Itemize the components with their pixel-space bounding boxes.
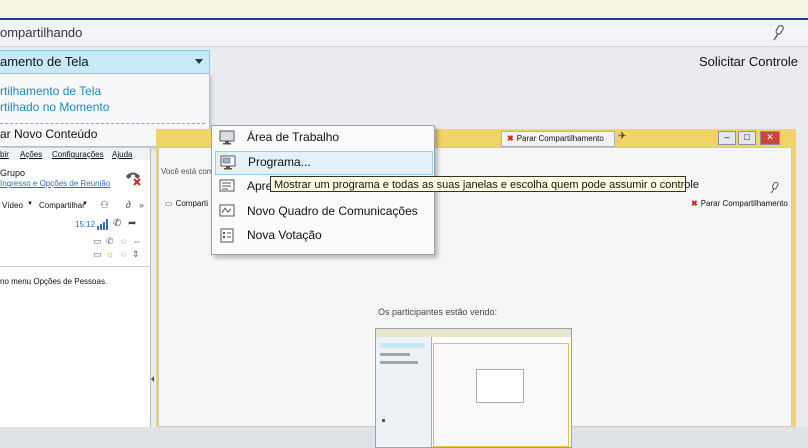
attachment-icon[interactable]: ∂ (126, 200, 131, 211)
screen-preview (375, 328, 572, 448)
microphone-icon[interactable] (770, 24, 786, 42)
menu-item-shared-now[interactable]: rtilhado no Momento (0, 100, 109, 114)
chevron-down-icon: ▼ (82, 201, 88, 207)
preview-thumbnail (476, 369, 524, 403)
share-button-inner[interactable]: ▭ Comparti (165, 199, 208, 208)
menu-configuracoes[interactable]: Configurações (52, 150, 104, 159)
menu-item-label: Área de Trabalho (247, 130, 340, 144)
people-icon[interactable]: ⚇ (100, 200, 109, 211)
person-icon: ☺ (119, 236, 129, 246)
share-menu[interactable]: Compartilhar (39, 201, 85, 210)
meeting-options-link[interactable]: Ingresso e Opções de Reunião (0, 179, 110, 188)
menu-item-label: Programa... (248, 155, 311, 169)
person-icon-2: ☺ (119, 249, 129, 259)
menu-item-program[interactable]: Programa... (215, 151, 433, 175)
conversation-window: bir Ações Configurações Ajuda Grupo Ingr… (0, 148, 151, 427)
overflow-icon[interactable]: » (139, 200, 144, 210)
preview-dropdown (380, 343, 425, 348)
title-bar: ompartilhando (0, 20, 808, 47)
call-icon[interactable]: ✆ (113, 218, 121, 229)
preview-line (380, 353, 410, 356)
hangup-icon[interactable] (124, 170, 142, 186)
dropdown-value: amento de Tela (0, 54, 89, 69)
window-controls: – □ ✕ (718, 131, 790, 145)
preview-line (380, 361, 418, 364)
menu-item-whiteboard[interactable]: Novo Quadro de Comunicações (215, 201, 431, 223)
whiteboard-icon (219, 204, 235, 217)
monitor-icon (219, 130, 235, 145)
chevron-down-icon (195, 59, 203, 64)
arrows-icon[interactable]: ⇔ (132, 236, 141, 246)
menu-item-new-content[interactable]: ar Novo Conteúdo (0, 127, 97, 141)
collapse-arrow-icon[interactable] (151, 376, 154, 382)
arrows-icon-2[interactable]: ⇕ (132, 249, 140, 260)
close-icon: ✖ (507, 134, 514, 143)
conversation-toolbar: Vídeo ▼ Compartilhar ▼ ⚇ ∂ » (0, 200, 150, 214)
menu-item-desktop[interactable]: Área de Trabalho (215, 127, 431, 149)
menu-item-share-screen[interactable]: rtilhamento de Tela (0, 84, 101, 98)
minimize-button[interactable]: – (718, 131, 736, 145)
maximize-button[interactable]: □ (738, 131, 756, 145)
stop-sharing-button-inner[interactable]: ✖ Parar Compartilhamento (686, 199, 788, 208)
menu-item-label: Novo Quadro de Comunicações (247, 204, 418, 218)
chevron-down-icon: ▼ (27, 201, 33, 207)
microphone-icon[interactable] (769, 182, 779, 194)
menu-separator (0, 123, 205, 124)
timer: 15:12 (75, 220, 96, 229)
stop-sharing-button[interactable]: ✖ Parar Compartilhamento (501, 131, 615, 147)
chat-icon[interactable]: ▭ (93, 236, 102, 247)
stop-sharing-label: Parar Compartilhamento (700, 199, 788, 208)
preview-titlebar (376, 329, 571, 337)
menu-exibir[interactable]: bir (0, 150, 9, 159)
menu-bar: bir Ações Configurações Ajuda (0, 148, 150, 160)
menu-item-poll[interactable]: Nova Votação (215, 225, 431, 247)
conversation-area: no menu Opções de Pessoas. (0, 266, 150, 427)
poll-icon (220, 228, 234, 243)
program-icon (220, 155, 236, 170)
presentation-icon (219, 179, 235, 192)
pin-icon[interactable]: ✈ (618, 131, 626, 142)
menu-item-label: Apre (247, 179, 273, 193)
stop-sharing-label: Parar Compartilhamento (516, 134, 604, 143)
signal-icon (97, 219, 108, 230)
request-control-link[interactable]: Solicitar Controle (699, 54, 798, 69)
menu-acoes[interactable]: Ações (20, 150, 42, 159)
menu-ajuda[interactable]: Ajuda (112, 150, 132, 159)
share-mode-dropdown[interactable]: amento de Tela (0, 50, 210, 74)
group-name: Grupo (0, 168, 26, 178)
sharing-status-text: Você está comp (161, 167, 218, 176)
participants-viewing-label: Os participantes estão vendo: (378, 307, 498, 317)
forward-icon[interactable]: ➦ (128, 218, 136, 229)
phone-small-icon[interactable]: ✆ (106, 236, 114, 247)
close-icon: ✖ (691, 199, 698, 208)
video-menu[interactable]: Vídeo (2, 201, 23, 210)
sharing-icon[interactable]: ☼ (106, 249, 114, 259)
chat-icon-2[interactable]: ▭ (93, 249, 102, 260)
conversation-text: no menu Opções de Pessoas. (0, 277, 108, 286)
menu-item-label: Nova Votação (247, 228, 322, 242)
window-title: ompartilhando (0, 25, 83, 40)
monitor-icon: ▭ (165, 199, 173, 208)
top-strip (0, 0, 808, 20)
share-label: Comparti (175, 199, 209, 208)
tooltip: Mostrar um programa e todas as suas jane… (270, 176, 699, 192)
preview-dot (382, 419, 385, 422)
close-window-button[interactable]: ✕ (760, 131, 780, 145)
